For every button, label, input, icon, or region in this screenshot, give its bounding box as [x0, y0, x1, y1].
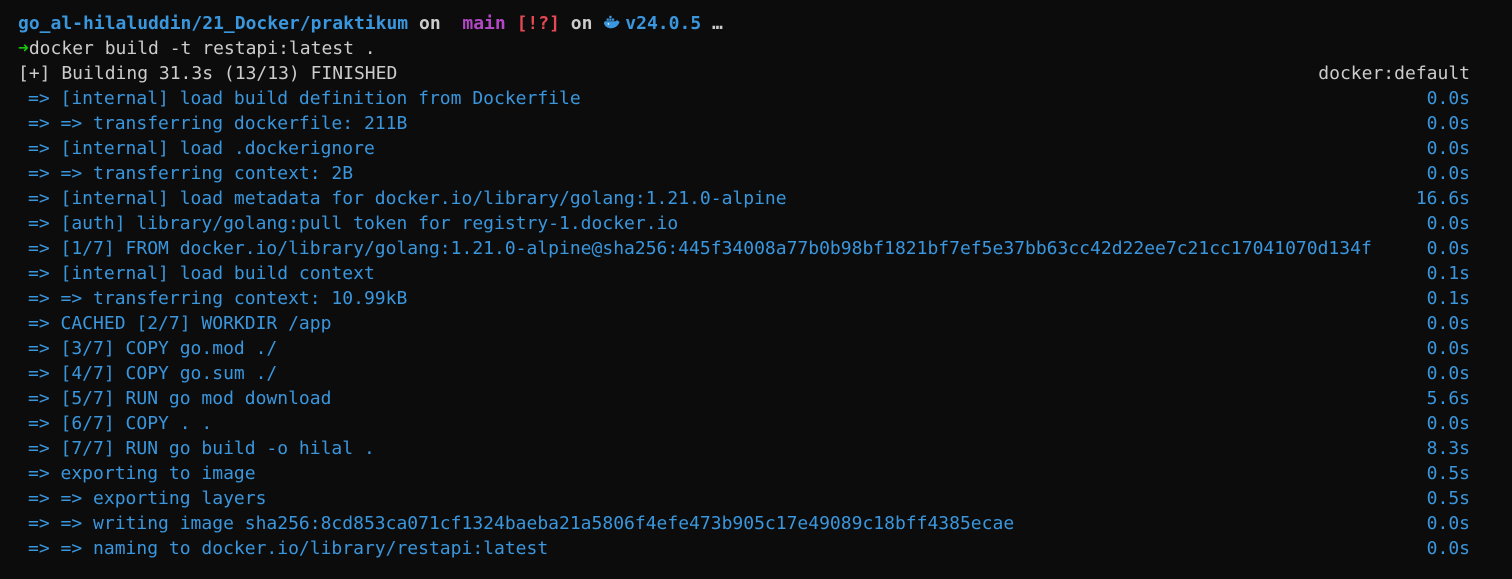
build-step-time: 5.6s	[1426, 388, 1470, 409]
build-step-text: => CACHED [2/7] WORKDIR /app	[28, 313, 332, 334]
build-step-time: 0.0s	[1426, 238, 1470, 259]
build-step-row: => [4/7] COPY go.sum ./ 0.0s	[18, 361, 1470, 386]
build-step-row: => [internal] load build context 0.1s	[18, 261, 1470, 286]
build-step-row: => [internal] load .dockerignore 0.0s	[18, 136, 1470, 161]
docker-whale-icon	[604, 15, 620, 29]
build-step-time: 0.0s	[1426, 213, 1470, 234]
build-step-text: => [internal] load build context	[28, 263, 375, 284]
build-step-time: 0.1s	[1426, 288, 1470, 309]
build-step-time: 0.0s	[1426, 363, 1470, 384]
build-step-text: => [internal] load .dockerignore	[28, 138, 375, 159]
build-step-time: 0.0s	[1426, 538, 1470, 559]
build-step-row: => => writing image sha256:8cd853ca071cf…	[18, 511, 1470, 536]
prompt-path: go_al-hilaluddin/21_Docker/praktikum	[18, 13, 409, 34]
build-step-time: 0.0s	[1426, 313, 1470, 334]
build-step-row: => [internal] load metadata for docker.i…	[18, 186, 1470, 211]
build-step-row: => [6/7] COPY . . 0.0s	[18, 411, 1470, 436]
build-step-text: => [internal] load metadata for docker.i…	[28, 188, 787, 209]
build-step-row: => => transferring dockerfile: 211B 0.0s	[18, 111, 1470, 136]
build-step-text: => => transferring context: 2B	[28, 163, 354, 184]
build-step-text: => [internal] load build definition from…	[28, 88, 581, 109]
build-step-time: 8.3s	[1426, 438, 1470, 459]
build-step-time: 0.5s	[1426, 463, 1470, 484]
build-step-time: 0.1s	[1426, 263, 1470, 284]
build-step-time: 0.0s	[1426, 163, 1470, 184]
build-step-text: => exporting to image	[28, 463, 256, 484]
build-step-text: => [1/7] FROM docker.io/library/golang:1…	[28, 238, 1372, 259]
build-step-text: => => naming to docker.io/library/restap…	[28, 538, 549, 559]
prompt-on-text: on	[418, 13, 441, 34]
build-step-row: => exporting to image 0.5s	[18, 461, 1470, 486]
prompt-on-text-2: on	[570, 13, 593, 34]
build-step-text: => [auth] library/golang:pull token for …	[28, 213, 679, 234]
build-step-text: => [7/7] RUN go build -o hilal .	[28, 438, 375, 459]
build-step-row: => [internal] load build definition from…	[18, 86, 1470, 111]
terminal-window[interactable]: go_al-hilaluddin/21_Docker/praktikum on …	[0, 0, 1512, 579]
docker-version: v24.0.5	[625, 13, 702, 34]
git-branch-name: main	[462, 13, 506, 34]
build-step-text: => [4/7] COPY go.sum ./	[28, 363, 278, 384]
command-text: docker build -t restapi:latest .	[28, 38, 376, 59]
build-step-time: 16.6s	[1415, 188, 1470, 209]
build-step-text: => => writing image sha256:8cd853ca071cf…	[28, 513, 1015, 534]
build-step-row: => [auth] library/golang:pull token for …	[18, 211, 1470, 236]
prompt-ellipsis: …	[712, 13, 723, 34]
build-step-row: => [7/7] RUN go build -o hilal . 8.3s	[18, 436, 1470, 461]
build-step-text: => [3/7] COPY go.mod ./	[28, 338, 278, 359]
build-step-time: 0.0s	[1426, 413, 1470, 434]
build-step-time: 0.0s	[1426, 113, 1470, 134]
build-step-text: => => transferring dockerfile: 211B	[28, 113, 408, 134]
build-step-row: => => transferring context: 10.99kB 0.1s	[18, 286, 1470, 311]
build-step-row: => CACHED [2/7] WORKDIR /app 0.0s	[18, 311, 1470, 336]
build-step-time: 0.0s	[1426, 338, 1470, 359]
build-step-text: => => exporting layers	[28, 488, 267, 509]
build-step-row: => => naming to docker.io/library/restap…	[18, 536, 1470, 561]
build-step-text: => [5/7] RUN go mod download	[28, 388, 332, 409]
prompt-line: go_al-hilaluddin/21_Docker/praktikum on …	[18, 11, 1470, 36]
build-step-row: => [3/7] COPY go.mod ./ 0.0s	[18, 336, 1470, 361]
git-status: [!?]	[516, 13, 560, 34]
builder-name: docker:default	[1318, 63, 1470, 84]
command-line[interactable]: ➜docker build -t restapi:latest .	[18, 36, 1470, 61]
build-step-text: => => transferring context: 10.99kB	[28, 288, 408, 309]
build-step-time: 0.0s	[1426, 138, 1470, 159]
build-step-row: => => transferring context: 2B 0.0s	[18, 161, 1470, 186]
build-summary-line: [+] Building 31.3s (13/13) FINISHED docke…	[18, 61, 1470, 86]
build-step-time: 0.0s	[1426, 513, 1470, 534]
build-step-row: => [1/7] FROM docker.io/library/golang:1…	[18, 236, 1470, 261]
build-summary: [+] Building 31.3s (13/13) FINISHED	[18, 63, 398, 84]
build-step-time: 0.5s	[1426, 488, 1470, 509]
build-step-time: 0.0s	[1426, 88, 1470, 109]
build-step-text: => [6/7] COPY . .	[28, 413, 213, 434]
build-steps-list: => [internal] load build definition from…	[18, 86, 1512, 561]
build-step-row: => [5/7] RUN go mod download 5.6s	[18, 386, 1470, 411]
build-step-row: => => exporting layers 0.5s	[18, 486, 1470, 511]
prompt-arrow-icon: ➜	[18, 38, 29, 59]
